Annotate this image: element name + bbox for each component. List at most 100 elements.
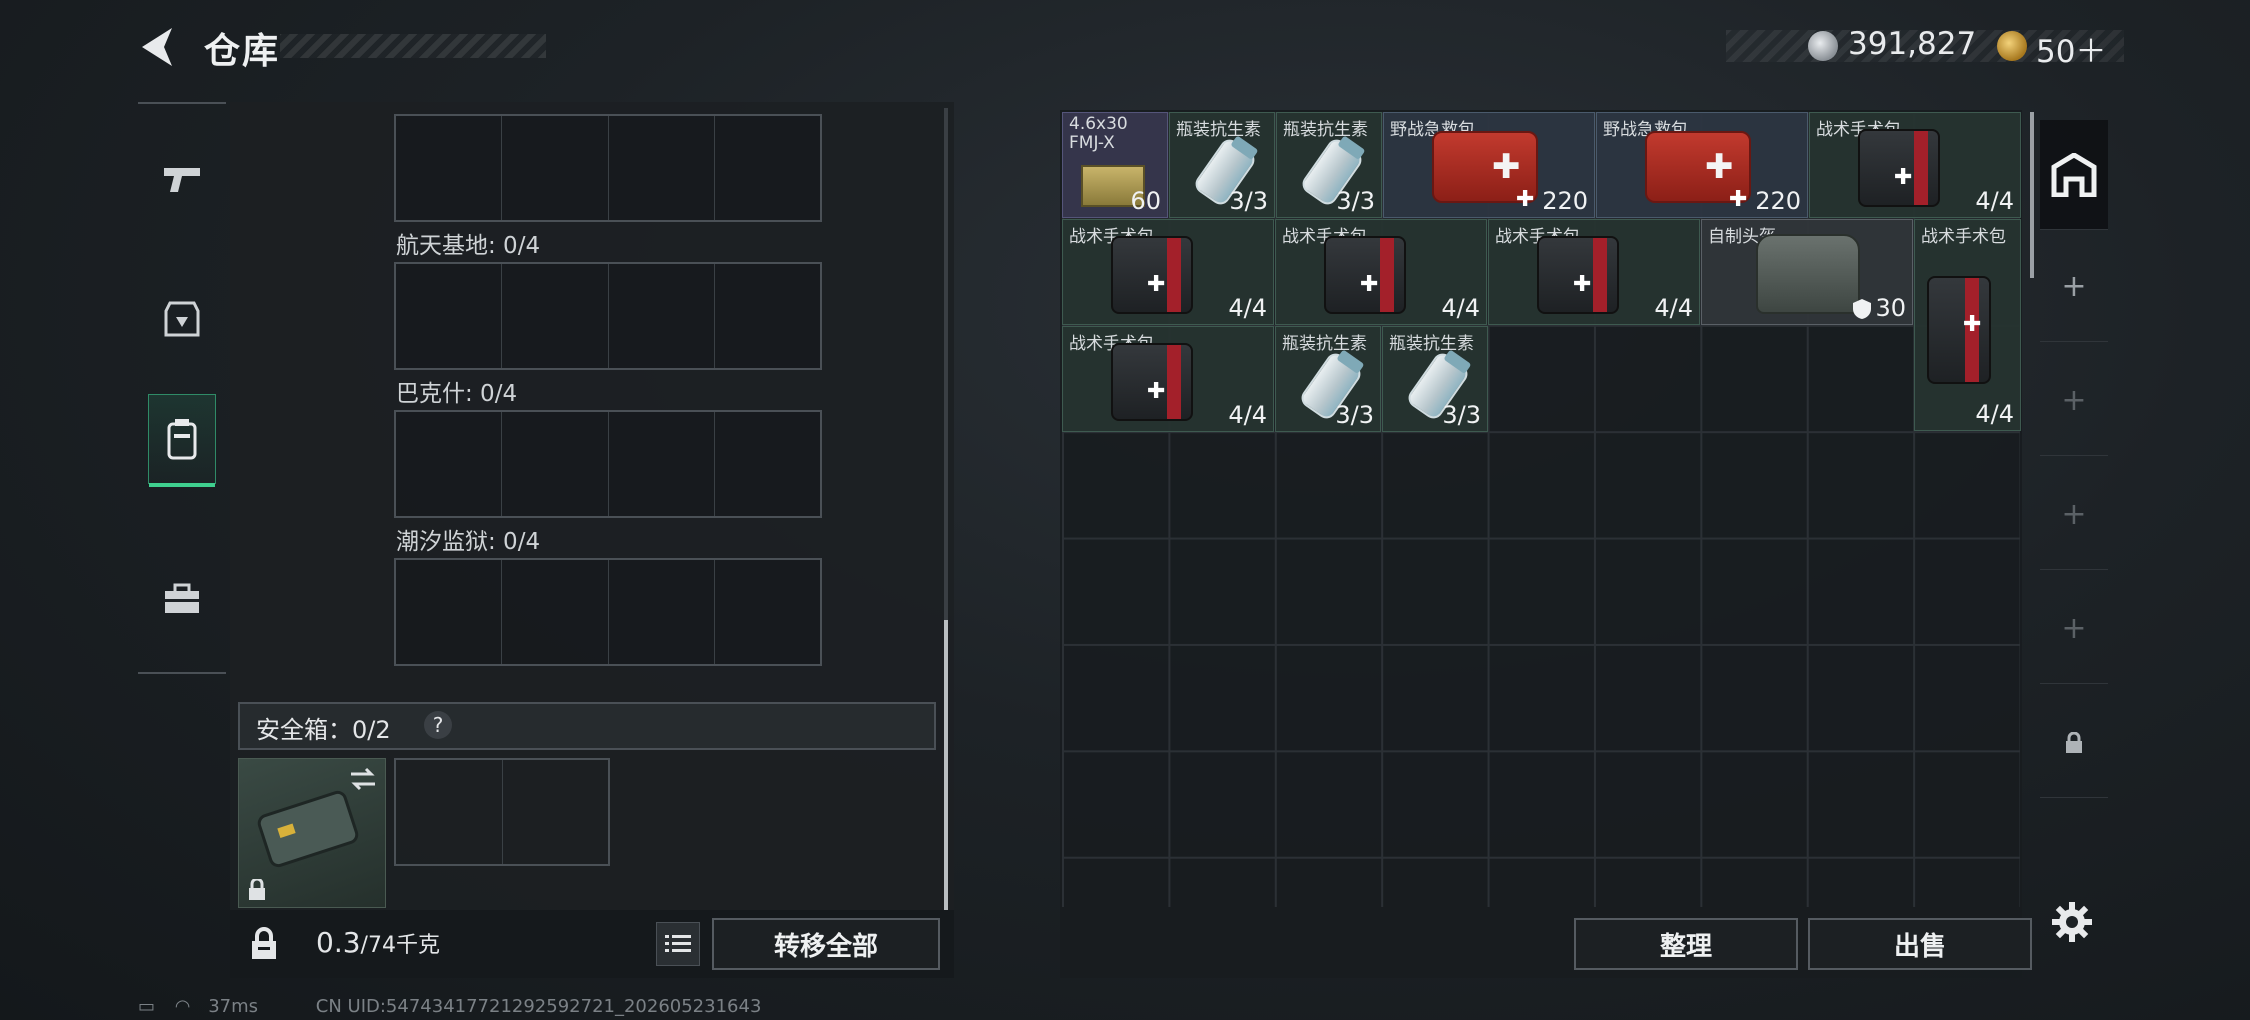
safe-case-icon <box>257 790 359 868</box>
safe-box-item[interactable] <box>238 758 386 908</box>
item-homemade-helmet[interactable]: 自制头盔 30 <box>1701 219 1913 325</box>
item-count: 4/4 <box>1654 294 1693 322</box>
left-scrollbar-thumb[interactable] <box>944 620 948 910</box>
safe-box-slots[interactable] <box>394 758 610 866</box>
item-tactical-surgical-kit-vertical[interactable]: 战术手术包 4/4 <box>1914 219 2021 431</box>
item-count: 3/3 <box>1335 401 1374 429</box>
add-stash-page-button[interactable]: + <box>2040 232 2108 342</box>
lock-icon <box>249 879 265 900</box>
armor-icon <box>164 301 200 337</box>
item-antibiotic[interactable]: 瓶装抗生素 3/3 <box>1169 112 1275 218</box>
carry-weight: 0.3/74千克 <box>316 926 440 959</box>
item-count: 4/4 <box>1228 401 1267 429</box>
add-stash-page-button[interactable]: + <box>2040 460 2108 570</box>
heal-plus-icon: ✚ <box>1729 187 1748 212</box>
add-stash-page-button[interactable]: + <box>2040 574 2108 684</box>
inventory-icon <box>2051 152 2097 197</box>
stash-scrollbar[interactable] <box>2030 112 2034 278</box>
user-uid: CN UID:5474341772129259272​1_20260523164… <box>315 996 762 1017</box>
category-tabs <box>138 102 226 674</box>
safe-box-label: 安全箱：0/2 <box>256 716 391 744</box>
item-count: 3/3 <box>1229 187 1268 215</box>
ping: 37ms <box>208 996 259 1017</box>
toolbox-icon <box>165 583 199 613</box>
item-field-first-aid-kit[interactable]: 野战急救包 ✚ 220 <box>1383 112 1595 218</box>
item-count: 4/4 <box>1441 294 1480 322</box>
map-label-bakhsh: 巴克什: 0/4 <box>396 381 518 407</box>
item-count: 3/3 <box>1442 401 1481 429</box>
backpack-icon <box>167 419 197 460</box>
item-count: 220 <box>1542 187 1588 215</box>
surgical-kit-icon <box>1324 236 1406 314</box>
item-name: 瓶装抗生素 <box>1389 334 1474 354</box>
gold-coin-icon <box>1997 31 2027 61</box>
container-slots-bakhsh[interactable] <box>394 410 822 518</box>
weight-current: 0.3 <box>316 926 361 959</box>
tab-backpack[interactable] <box>148 394 216 487</box>
gold-amount[interactable]: 50＋ <box>2036 26 2106 71</box>
tab-armor[interactable] <box>138 274 226 364</box>
surgical-kit-icon <box>1537 236 1619 314</box>
surgical-kit-icon <box>1927 276 1991 384</box>
transfer-all-button[interactable]: 转移全部 <box>712 918 940 970</box>
item-antibiotic[interactable]: 瓶装抗生素 3/3 <box>1275 326 1381 432</box>
item-count: 220 <box>1755 187 1801 215</box>
weight-max: /74千克 <box>360 933 440 958</box>
back-arrow-icon[interactable] <box>136 24 182 70</box>
item-antibiotic[interactable]: 瓶装抗生素 3/3 <box>1382 326 1488 432</box>
item-tactical-surgical-kit[interactable]: 战术手术包 4/4 <box>1275 219 1487 325</box>
item-name: 瓶装抗生素 <box>1282 334 1367 354</box>
item-tactical-surgical-kit[interactable]: 战术手术包 4/4 <box>1062 219 1274 325</box>
surgical-kit-icon <box>1858 129 1940 207</box>
item-name: 瓶装抗生素 <box>1283 120 1368 140</box>
item-name: 战术手术包 <box>1921 227 2006 247</box>
item-antibiotic[interactable]: 瓶装抗生素 3/3 <box>1276 112 1382 218</box>
item-count: 4/4 <box>1975 187 2014 215</box>
item-count: 4/4 <box>1975 400 2014 428</box>
gear-icon[interactable] <box>2050 900 2094 944</box>
item-tactical-surgical-kit[interactable]: 战术手术包 4/4 <box>1488 219 1700 325</box>
list-icon <box>665 935 691 952</box>
stash-page-tabs: + + + + <box>2040 120 2108 800</box>
title-decoration <box>280 34 546 58</box>
lock-button[interactable] <box>236 914 292 974</box>
container-slots-tidal-prison[interactable] <box>394 558 822 666</box>
stash-page-main[interactable] <box>2040 120 2108 230</box>
sell-button[interactable]: 出售 <box>1808 918 2032 970</box>
item-name: 瓶装抗生素 <box>1176 120 1261 140</box>
item-count: 30 <box>1875 294 1906 322</box>
map-label-aerospace: 航天基地: 0/4 <box>396 233 541 259</box>
add-stash-page-button[interactable]: + <box>2040 346 2108 456</box>
tab-toolbox[interactable] <box>138 554 226 644</box>
lock-icon <box>2066 731 2082 753</box>
item-tactical-surgical-kit[interactable]: 战术手术包 4/4 <box>1062 326 1274 432</box>
list-view-button[interactable] <box>656 922 700 966</box>
swap-icon[interactable] <box>349 767 377 791</box>
lock-icon <box>252 927 276 959</box>
silver-amount: 391,827 <box>1848 26 1977 62</box>
pistol-icon <box>164 168 200 192</box>
surgical-kit-icon <box>1111 343 1193 421</box>
item-tactical-surgical-kit[interactable]: 战术手术包 4/4 <box>1809 112 2021 218</box>
item-name: 4.6x30 FMJ-X <box>1069 114 1128 153</box>
wifi-icon: ◠ <box>174 996 191 1017</box>
silver-coin-icon <box>1808 31 1838 61</box>
container-slots[interactable] <box>394 114 822 222</box>
surgical-kit-icon <box>1111 236 1193 314</box>
locked-stash-page[interactable] <box>2040 688 2108 798</box>
status-bar: ▭ ◠ 37ms CN UID:5474341772129259272​1_20… <box>138 996 761 1017</box>
item-count: 4/4 <box>1228 294 1267 322</box>
help-button[interactable]: ? <box>424 711 452 739</box>
item-count: 60 <box>1130 187 1161 215</box>
item-count: 3/3 <box>1336 187 1375 215</box>
battery-icon: ▭ <box>138 996 156 1017</box>
tab-weapons[interactable] <box>138 134 226 224</box>
map-label-tidal-prison: 潮汐监狱: 0/4 <box>396 529 541 555</box>
container-slots-aerospace[interactable] <box>394 262 822 370</box>
heal-plus-icon: ✚ <box>1516 187 1535 212</box>
sort-button[interactable]: 整理 <box>1574 918 1798 970</box>
armor-shield-icon <box>1853 299 1871 319</box>
item-ammo-box[interactable]: 4.6x30 FMJ-X 60 <box>1062 112 1168 218</box>
item-field-first-aid-kit[interactable]: 野战急救包 ✚ 220 <box>1596 112 1808 218</box>
helmet-icon <box>1756 234 1860 314</box>
